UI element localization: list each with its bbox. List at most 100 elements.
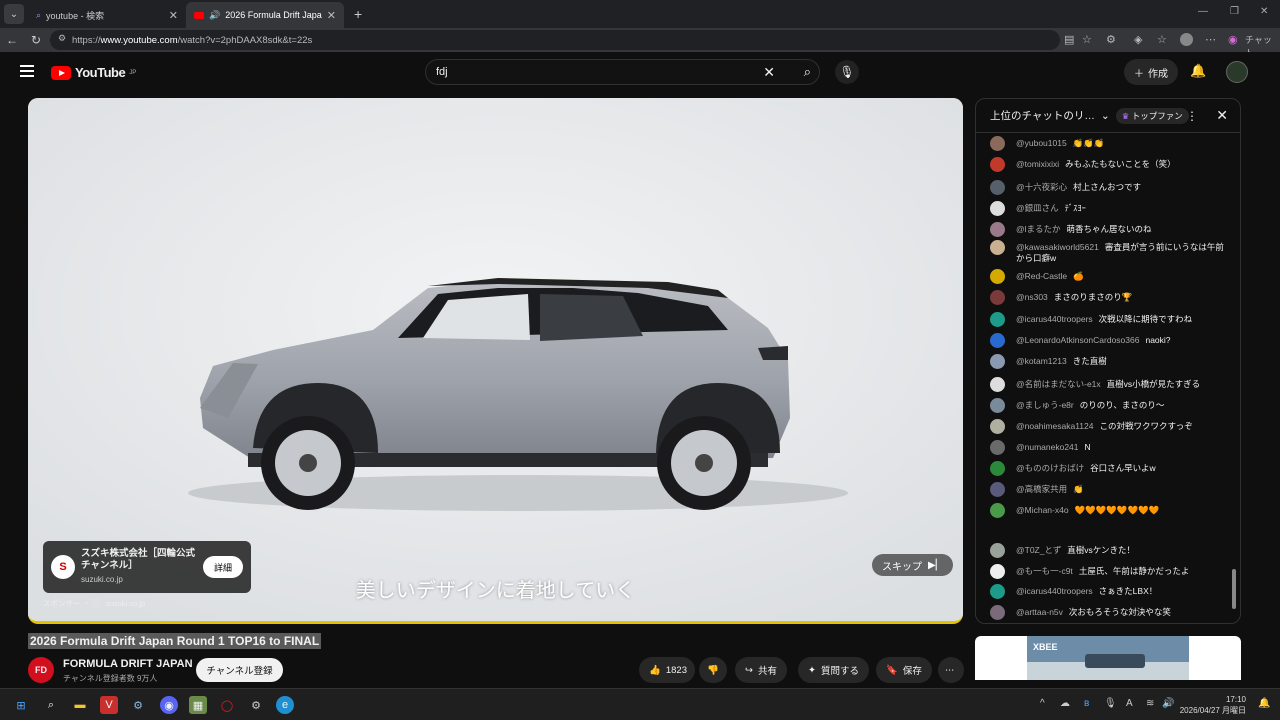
chat-author-avatar[interactable] (990, 201, 1005, 216)
vpn-icon[interactable]: ◈ (1134, 33, 1142, 46)
edge-icon[interactable]: e (276, 696, 294, 714)
chat-author-avatar[interactable] (990, 240, 1005, 255)
search-input[interactable]: fdj (436, 66, 448, 78)
ad-banner[interactable]: XBEE (975, 636, 1241, 680)
chat-author-name[interactable]: @LeonardoAtkinsonCardoso366 (1016, 335, 1139, 345)
youtube-logo[interactable]: YouTube JP (51, 65, 136, 80)
like-button[interactable]: 👍 1823 (639, 657, 695, 683)
taskbar-search-icon[interactable]: ⌕ (42, 696, 60, 714)
translate-icon[interactable]: ▤ (1064, 33, 1074, 46)
chat-author-name[interactable]: @kawasakiworld5621 (1016, 242, 1099, 252)
chat-mode-title[interactable]: 上位のチャットのリ… (990, 108, 1095, 123)
chat-author-avatar[interactable] (990, 440, 1005, 455)
search-box[interactable]: fdj ✕ ⌕ (425, 59, 820, 85)
chat-author-avatar[interactable] (990, 269, 1005, 284)
file-explorer-icon[interactable]: ▬ (71, 696, 89, 714)
profile-avatar[interactable] (1180, 33, 1193, 46)
chat-author-avatar[interactable] (990, 543, 1005, 558)
speaker-icon[interactable]: 🔊 (209, 10, 220, 21)
chat-author-avatar[interactable] (990, 564, 1005, 579)
subscribe-button[interactable]: チャンネル登録 (196, 658, 283, 682)
chat-author-name[interactable]: @yubou1015 (1016, 138, 1067, 148)
chat-author-avatar[interactable] (990, 180, 1005, 195)
chat-author-name[interactable]: @高橋家共用 (1016, 484, 1067, 494)
chat-author-name[interactable]: @もののけおばけ (1016, 463, 1084, 473)
windows-start-icon[interactable]: ⊞ (12, 696, 30, 714)
chat-author-avatar[interactable] (990, 482, 1005, 497)
chat-author-avatar[interactable] (990, 377, 1005, 392)
chat-author-name[interactable]: @も一も一-c9t (1016, 566, 1073, 576)
ask-button[interactable]: ✦ 質問する (798, 657, 869, 683)
browser-tab-search[interactable]: ⌕ youtube - 検索 ✕ (28, 2, 186, 28)
more-menu-icon[interactable]: ⋯ (1205, 33, 1216, 46)
chat-author-name[interactable]: @lまるたか (1016, 224, 1061, 234)
vivaldi-icon[interactable]: V (100, 696, 118, 714)
chat-author-avatar[interactable] (990, 157, 1005, 172)
app-icon[interactable]: ▦ (189, 696, 207, 714)
system-clock[interactable]: 17:10 2026/04/27 月曜日 (1180, 694, 1246, 716)
chat-author-name[interactable]: @arttaa-n5v (1016, 607, 1063, 617)
chat-author-avatar[interactable] (990, 136, 1005, 151)
channel-avatar[interactable]: FD (28, 657, 54, 683)
discord-icon[interactable]: ◉ (160, 696, 178, 714)
cloud-icon[interactable]: ☁ (1060, 698, 1070, 709)
new-tab-icon[interactable]: + (354, 6, 362, 22)
tab-list-dropdown-icon[interactable]: ⌄ (4, 4, 24, 24)
chat-author-name[interactable]: @Red-Castle (1016, 271, 1067, 281)
account-avatar[interactable] (1226, 61, 1248, 83)
close-tab-icon[interactable]: ✕ (327, 9, 336, 22)
chat-author-name[interactable]: @icarus440troopers (1016, 314, 1093, 324)
site-info-icon[interactable]: ⚙ (58, 33, 66, 44)
wifi-icon[interactable]: ≋ (1146, 698, 1154, 709)
window-close-icon[interactable]: ✕ (1260, 6, 1268, 17)
minimize-icon[interactable]: — (1198, 6, 1208, 17)
chat-author-name[interactable]: @T0Z_とず (1016, 545, 1061, 555)
chat-author-avatar[interactable] (990, 290, 1005, 305)
video-player[interactable]: 美しいデザインに着地していく スキップ ▶▏ S スズキ株式会社［四輪公式チャン… (28, 98, 963, 624)
chat-author-avatar[interactable] (990, 584, 1005, 599)
copilot-icon[interactable]: ◉ (1228, 33, 1238, 46)
info-icon[interactable]: ⓘ (92, 599, 100, 608)
chat-author-name[interactable]: @十六夜彩心 (1016, 182, 1067, 192)
chat-author-avatar[interactable] (990, 605, 1005, 620)
skip-ad-button[interactable]: スキップ ▶▏ (872, 554, 954, 576)
steam-icon[interactable]: ⚙ (129, 696, 147, 714)
tray-overflow-icon[interactable]: ^ (1040, 698, 1045, 709)
favorites-icon[interactable]: ☆ (1157, 33, 1167, 46)
reload-icon[interactable]: ↻ (24, 33, 48, 47)
chat-author-avatar[interactable] (990, 398, 1005, 413)
browser-tab-video[interactable]: 🔊 2026 Formula Drift Japan Roun ✕ (186, 2, 344, 28)
dislike-button[interactable]: 👎 (699, 657, 727, 683)
clear-search-icon[interactable]: ✕ (763, 64, 775, 81)
notification-icon[interactable]: 🔔 (1258, 698, 1270, 709)
notifications-bell-icon[interactable]: 🔔 (1190, 63, 1206, 79)
save-button[interactable]: 🔖 保存 (876, 657, 932, 683)
chat-author-name[interactable]: @tomixixixi (1016, 159, 1059, 169)
chat-author-avatar[interactable] (990, 461, 1005, 476)
chevron-down-icon[interactable]: ⌄ (1101, 110, 1110, 122)
address-bar[interactable]: ⚙ https://www.youtube.com/watch?v=2phDAA… (50, 30, 1060, 50)
chat-scrollbar[interactable] (1232, 139, 1236, 619)
maximize-icon[interactable]: ❐ (1230, 6, 1239, 17)
chat-author-name[interactable]: @ns303 (1016, 292, 1048, 302)
search-icon[interactable]: ⌕ (804, 64, 811, 80)
share-button[interactable]: ↪ 共有 (735, 657, 787, 683)
opera-icon[interactable]: ◯ (218, 696, 236, 714)
volume-icon[interactable]: 🔊 (1162, 698, 1174, 709)
bluetooth-icon[interactable]: ʙ (1084, 698, 1089, 709)
microphone-icon[interactable]: 🎙 (1104, 698, 1117, 709)
scrollbar-thumb[interactable] (1232, 569, 1236, 609)
top-fan-badge[interactable]: ♛ トップファン (1115, 107, 1189, 124)
chat-author-avatar[interactable] (990, 354, 1005, 369)
chat-author-name[interactable]: @numaneko241 (1016, 442, 1079, 452)
chat-author-avatar[interactable] (990, 333, 1005, 348)
ad-details-button[interactable]: 詳細 (203, 556, 243, 578)
close-tab-icon[interactable]: ✕ (169, 9, 178, 22)
more-actions-button[interactable]: ⋯ (938, 657, 964, 683)
create-button[interactable]: ＋ 作成 (1124, 59, 1178, 85)
settings-app-icon[interactable]: ⚙ (247, 696, 265, 714)
chat-author-avatar[interactable] (990, 419, 1005, 434)
back-icon[interactable]: ← (0, 33, 24, 47)
chat-author-avatar[interactable] (990, 222, 1005, 237)
hamburger-menu-icon[interactable] (20, 65, 34, 80)
